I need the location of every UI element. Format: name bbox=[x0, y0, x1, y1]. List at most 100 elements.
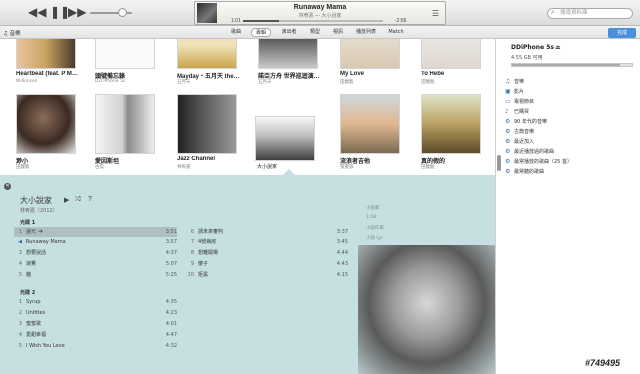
tab-artists[interactable]: 演出者 bbox=[277, 28, 301, 37]
track-duration: 4:44 bbox=[336, 250, 348, 256]
sidebar-item-purchased[interactable]: ♪ 已購買 bbox=[505, 107, 529, 117]
track-row[interactable]: 3 想要說話 4:37 bbox=[14, 248, 177, 258]
progress-bar[interactable] bbox=[243, 20, 383, 22]
album-art[interactable] bbox=[421, 94, 481, 154]
bell-icon: ♪ bbox=[505, 108, 509, 115]
sidebar-item-top-25[interactable]: ⚙ 最常播放的歌曲（25 首） bbox=[505, 157, 572, 167]
eject-icon[interactable]: ⏏ bbox=[555, 44, 561, 51]
track-row[interactable]: 8 想離開場 4:44 bbox=[186, 248, 348, 258]
info-icon[interactable]: ? bbox=[88, 196, 92, 203]
track-row[interactable]: 3 蜜蜜歌 4:01 bbox=[14, 319, 177, 329]
track-row[interactable]: ◀ Runaway Mama 3:57 bbox=[14, 237, 177, 247]
library-selector[interactable]: ♫ 音樂 bbox=[3, 29, 21, 37]
capacity-fill bbox=[512, 64, 620, 66]
album-title[interactable]: Heartbeat (feat. P M… bbox=[16, 71, 84, 77]
track-duration: 4:35 bbox=[165, 299, 177, 305]
rewind-icon[interactable]: ◀◀ bbox=[28, 6, 46, 18]
sidebar-item-label: 古典音樂 bbox=[514, 129, 535, 135]
track-row[interactable]: 10 拒黑 4:15 bbox=[186, 270, 348, 280]
tab-genres[interactable]: 類型 bbox=[306, 28, 324, 37]
sidebar-item-label: 最近播放過的歌曲 bbox=[514, 149, 555, 155]
tab-songs[interactable]: 歌曲 bbox=[226, 28, 246, 37]
track-title: I Wish You Love bbox=[26, 343, 65, 349]
sidebar-item-most-played[interactable]: ⚙ 最常聽的歌曲 bbox=[505, 167, 544, 177]
track-number: 10 bbox=[187, 272, 194, 278]
track-row[interactable]: 2 Untitles 4:23 bbox=[14, 308, 177, 318]
arrow-circle-icon[interactable]: ➔ bbox=[38, 228, 43, 235]
close-icon[interactable]: ✕ bbox=[4, 183, 11, 190]
album-art[interactable] bbox=[421, 39, 481, 69]
track-row[interactable]: 5 I Wish You Love 4:32 bbox=[14, 341, 177, 351]
tab-albums[interactable]: 專輯 bbox=[251, 28, 271, 37]
album-cover-photo bbox=[358, 245, 495, 374]
track-row[interactable]: 5 貓 5:25 bbox=[14, 270, 177, 280]
track-title: 愛甜幸福 bbox=[26, 332, 47, 338]
album-artist: DD iPhone 5s bbox=[95, 79, 126, 84]
track-title: 請未來審判 bbox=[198, 229, 224, 235]
search-input[interactable]: 搜尋資料庫 bbox=[547, 8, 633, 19]
album-title[interactable]: 愛因斯坦 bbox=[95, 156, 163, 165]
film-icon: ▣ bbox=[505, 88, 511, 95]
track-number: 7 bbox=[190, 239, 194, 245]
track-row[interactable]: 4 愛甜幸福 4:47 bbox=[14, 330, 177, 340]
track-row[interactable]: 6 請未來審判 3:37 bbox=[186, 227, 348, 237]
album-art[interactable] bbox=[16, 39, 76, 69]
album-title[interactable]: My Love bbox=[340, 71, 408, 77]
device-name[interactable]: DDiPhone 5s bbox=[511, 44, 554, 51]
tab-playlists[interactable]: 播放列表 bbox=[352, 28, 380, 37]
album-art[interactable] bbox=[177, 94, 237, 154]
track-number: 3 bbox=[18, 250, 22, 256]
cover-text: 小說 Lyr bbox=[366, 236, 384, 241]
album-art[interactable] bbox=[177, 39, 237, 69]
music-note-icon: ♫ bbox=[505, 78, 511, 85]
album-art[interactable] bbox=[340, 39, 400, 69]
album-artist: 田馥甄 bbox=[421, 80, 435, 85]
speaker-icon: ◀ bbox=[18, 239, 22, 245]
track-row[interactable]: 7 4號病房 3:45 bbox=[186, 237, 348, 247]
album-art[interactable] bbox=[95, 39, 155, 69]
volume-knob[interactable] bbox=[118, 8, 127, 17]
disc-2-header: 光碟 2 bbox=[20, 290, 36, 296]
track-duration: 5:25 bbox=[165, 272, 177, 278]
album-title[interactable]: To Hebe bbox=[421, 71, 489, 77]
album-art-selected[interactable] bbox=[255, 116, 315, 161]
track-row[interactable]: 4 浪費 5:07 bbox=[14, 259, 177, 269]
done-button[interactable]: 完成 bbox=[608, 28, 636, 38]
track-duration: 5:07 bbox=[165, 261, 177, 267]
play-icon[interactable]: ▶ bbox=[64, 196, 69, 204]
album-art[interactable] bbox=[258, 39, 318, 69]
detail-album-title: 大小說家 bbox=[20, 196, 52, 205]
sidebar-item-recently-added[interactable]: ⚙ 最近加入 bbox=[505, 137, 534, 147]
cover-text: 1:18 bbox=[366, 215, 377, 220]
sidebar-item-recently-played[interactable]: ⚙ 最近播放過的歌曲 bbox=[505, 147, 554, 157]
forward-icon[interactable]: ▶▶ bbox=[68, 6, 86, 18]
track-duration: 3:57 bbox=[165, 239, 177, 245]
track-number: 5 bbox=[18, 272, 22, 278]
album-art[interactable] bbox=[16, 94, 76, 154]
track-row[interactable]: 1 Syrup 4:35 bbox=[14, 297, 177, 307]
album-art[interactable] bbox=[95, 94, 155, 154]
sidebar-item-tv[interactable]: ▭ 電視節目 bbox=[505, 97, 534, 107]
album-title[interactable]: Jazz Channel bbox=[177, 156, 245, 162]
cover-text: 小說家 bbox=[366, 206, 380, 211]
sidebar-item-label: 最常播放的歌曲（25 首） bbox=[514, 159, 572, 165]
sidebar-item-90s[interactable]: ⚙ 90 年代的音樂 bbox=[505, 117, 547, 127]
album-art[interactable] bbox=[340, 94, 400, 154]
up-next-list-icon[interactable]: ☰ bbox=[432, 9, 439, 18]
grid-scrollbar[interactable] bbox=[497, 42, 503, 172]
disc-1-header: 光碟 1 bbox=[20, 220, 36, 226]
sidebar-item-movies[interactable]: ▣ 影片 bbox=[505, 87, 524, 97]
sidebar-item-music[interactable]: ♫ 音樂 bbox=[505, 77, 524, 87]
track-title: 說元 bbox=[26, 229, 37, 235]
scrollbar-thumb[interactable] bbox=[497, 155, 501, 171]
track-title: Untitles bbox=[26, 310, 46, 316]
track-row[interactable]: 9 傻子 4:43 bbox=[186, 259, 348, 269]
track-number: 8 bbox=[190, 250, 194, 256]
album-artist: 田馥甄 bbox=[16, 165, 30, 170]
shuffle-icon[interactable]: ⤮ bbox=[75, 196, 81, 204]
album-grid: Heartbeat (feat. P M… Wilkinson 頭號備忘錄 DD… bbox=[0, 39, 495, 174]
album-artist: Wilkinson bbox=[16, 79, 38, 84]
tab-match[interactable]: Match bbox=[385, 28, 407, 37]
tab-videos[interactable]: 視訊 bbox=[329, 28, 347, 37]
sidebar-item-classical[interactable]: ⚙ 古典音樂 bbox=[505, 127, 534, 137]
